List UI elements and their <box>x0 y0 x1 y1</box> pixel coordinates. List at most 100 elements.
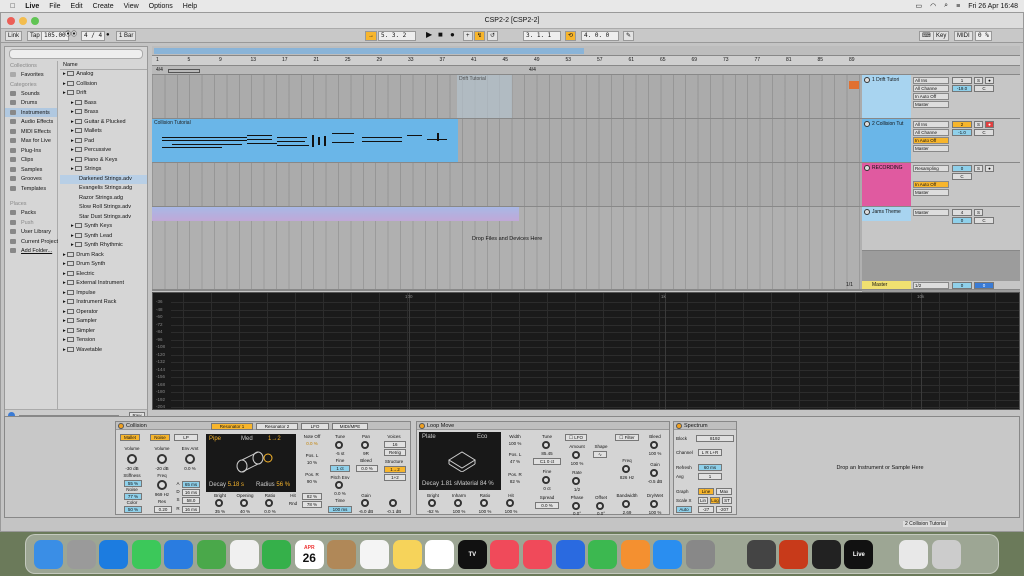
bright-knob[interactable] <box>215 499 223 507</box>
sidebar-item-instruments[interactable]: Instruments <box>5 107 57 117</box>
sidebar-item-drums[interactable]: Drums <box>5 98 57 108</box>
browser-item[interactable]: ▸ Guitar & Plucked <box>60 118 147 128</box>
dock-news-icon[interactable] <box>523 540 552 569</box>
track-header-drift[interactable]: 1 Drift Tutori All Ins All Channe In Aut… <box>862 75 1020 119</box>
clock[interactable]: Fri 26 Apr 16:48 <box>968 3 1018 10</box>
metronome-toggle-icon[interactable]: ● <box>104 31 112 41</box>
browser-item[interactable]: ▸ Strings <box>60 165 147 175</box>
rnd-field[interactable]: 78 % <box>302 501 322 508</box>
loop-toggle-button[interactable]: ⟲ <box>565 31 577 41</box>
sidebar-item-clips[interactable]: Clips <box>5 155 57 165</box>
zoom-icon[interactable] <box>31 17 39 25</box>
radius-readout[interactable]: Radius 56 % <box>256 482 290 488</box>
stiffness-field[interactable]: 55 % <box>124 480 142 487</box>
dock-facetime-icon[interactable] <box>262 540 292 569</box>
dock-finder-icon[interactable] <box>34 540 63 569</box>
minimize-icon[interactable] <box>19 17 27 25</box>
beat-time-ruler[interactable]: 1 5 9 13 17 21 25 29 33 37 41 45 49 53 57 61 65 69 73 77 81 8… <box>152 56 1020 66</box>
noise-volume-knob[interactable] <box>157 454 167 464</box>
pos-r-value[interactable]: 82 % <box>503 479 527 484</box>
hit-knob[interactable] <box>506 499 514 507</box>
clip-drift-tutorial[interactable]: Drift Tutorial <box>457 75 512 118</box>
channel-selector[interactable]: L R L+R <box>698 449 722 456</box>
browser-item[interactable]: ▸ Drum Rack <box>60 251 147 261</box>
sidebar-item-templates[interactable]: Templates <box>5 184 57 194</box>
browser-item[interactable]: ▸ Impulse <box>60 289 147 299</box>
browser-item[interactable]: ▸ Percussive <box>60 146 147 156</box>
browser-item[interactable]: Razor Strings.adg <box>60 194 147 204</box>
metronome-icon[interactable]: ⦿⦿ <box>63 31 79 41</box>
filter-type-select[interactable]: LP <box>174 434 198 441</box>
track-header-collision[interactable]: 2 Collision Tut All Ins All Channe In Au… <box>862 119 1020 163</box>
browser-item[interactable]: ▸ External Instrument <box>60 279 147 289</box>
browser-item[interactable]: ▸ Drum Synth <box>60 260 147 270</box>
arm-button[interactable]: ● <box>985 165 994 172</box>
track-activator[interactable]: 2 <box>952 121 972 128</box>
color-field[interactable]: 50 % <box>124 506 142 513</box>
width-value[interactable]: 100 % <box>503 441 527 446</box>
graph-line-button[interactable]: Line <box>698 488 714 495</box>
auto-range-button[interactable]: Auto <box>676 506 692 513</box>
note-field[interactable]: C1 0 ct <box>533 458 561 465</box>
monitor-switch[interactable]: In Auto Off <box>913 93 949 100</box>
dock-piano-icon[interactable] <box>811 540 841 569</box>
time-signature-marker[interactable]: 4/4 <box>529 67 536 73</box>
filter-toggle[interactable]: ☐ Filter <box>615 434 639 441</box>
dock-messages-icon[interactable] <box>131 540 161 569</box>
browser-item[interactable]: ▸ Wavetable <box>60 346 147 356</box>
automation-arm-button[interactable]: ↯ <box>474 31 486 41</box>
gain-knob[interactable] <box>361 499 369 507</box>
pan-field[interactable]: C <box>974 217 994 224</box>
apple-menu-icon[interactable]:  <box>10 3 15 10</box>
sidebar-item-packs[interactable]: Packs <box>5 208 57 218</box>
bandwidth-knob[interactable] <box>622 500 630 508</box>
browser-item[interactable]: ▸ Electric <box>60 270 147 280</box>
link-button[interactable]: Link <box>5 31 23 41</box>
gain-knob[interactable] <box>650 469 658 477</box>
block-select[interactable]: 8192 <box>696 435 734 442</box>
sidebar-item-sounds[interactable]: Sounds <box>5 89 57 99</box>
input-channel-select[interactable]: All Channe <box>913 85 949 92</box>
browser-item[interactable]: Slow Roll Strings.adv <box>60 203 147 213</box>
release-field[interactable]: 16 ms <box>182 506 200 513</box>
range-min-field[interactable]: -27 <box>698 506 714 513</box>
name-column-header[interactable]: Name <box>60 61 147 70</box>
track-title[interactable]: RECORDING <box>862 163 911 206</box>
sidebar-item-midi-effects[interactable]: MIDI Effects <box>5 127 57 137</box>
sidebar-item-add-folder[interactable]: Add Folder... <box>5 246 57 256</box>
dock-trash-icon[interactable] <box>931 540 961 569</box>
fold-icon[interactable] <box>864 121 870 127</box>
tune-knob[interactable] <box>335 441 343 449</box>
mallet-button[interactable]: Mallet <box>120 434 140 441</box>
close-icon[interactable] <box>7 17 15 25</box>
pan-field[interactable]: 0 <box>974 282 994 289</box>
tab-midi-mpe[interactable]: MIDI/MPE <box>332 423 368 430</box>
output-select[interactable]: Master <box>913 101 949 108</box>
voices-select[interactable]: 16 <box>384 441 406 448</box>
bright-knob[interactable] <box>428 499 436 507</box>
lfo-shape-select[interactable]: ∿ <box>593 451 607 458</box>
pos-r-value[interactable]: 90 % <box>300 479 324 484</box>
plate-display[interactable]: Plate Eco Decay 1.81 s Material 84 % <box>419 432 501 490</box>
resonator-display[interactable]: Pipe Med 1→2 Decay 5.18 s Radius 56 % <box>206 434 296 492</box>
monitor-switch[interactable]: In Auto Off <box>913 137 949 144</box>
tab-resonator-2[interactable]: Resonator 2 <box>256 423 298 430</box>
device-title[interactable]: Spectrum <box>674 422 736 430</box>
solo-button[interactable]: S <box>974 77 983 84</box>
attack-field[interactable]: 65 ms <box>182 481 200 488</box>
browser-item[interactable]: Darkened Strings.adv <box>60 174 147 184</box>
solo-button[interactable]: S <box>974 121 983 128</box>
battery-icon[interactable]: ▭ <box>915 2 922 10</box>
overview-bar[interactable] <box>152 46 1020 56</box>
quantization-select[interactable]: 1 Bar <box>116 31 137 41</box>
track-header-master[interactable]: Master 1/2 0 0 <box>862 281 1020 290</box>
track-lane-collision[interactable]: Collision Tutorial <box>152 119 862 163</box>
browser-item[interactable]: ▸ Simpler <box>60 327 147 337</box>
stop-icon[interactable]: ■ <box>436 31 445 41</box>
sidebar-item-samples[interactable]: Samples <box>5 165 57 175</box>
sidebar-item-plug-ins[interactable]: Plug-Ins <box>5 146 57 156</box>
track-header-jams-theme[interactable]: Jams Theme Master 4 S 0 C <box>862 207 1020 251</box>
key-map-button[interactable]: Key <box>933 31 950 41</box>
sustain-field[interactable]: 58.0 <box>182 497 200 504</box>
record-icon[interactable]: ● <box>448 31 457 41</box>
